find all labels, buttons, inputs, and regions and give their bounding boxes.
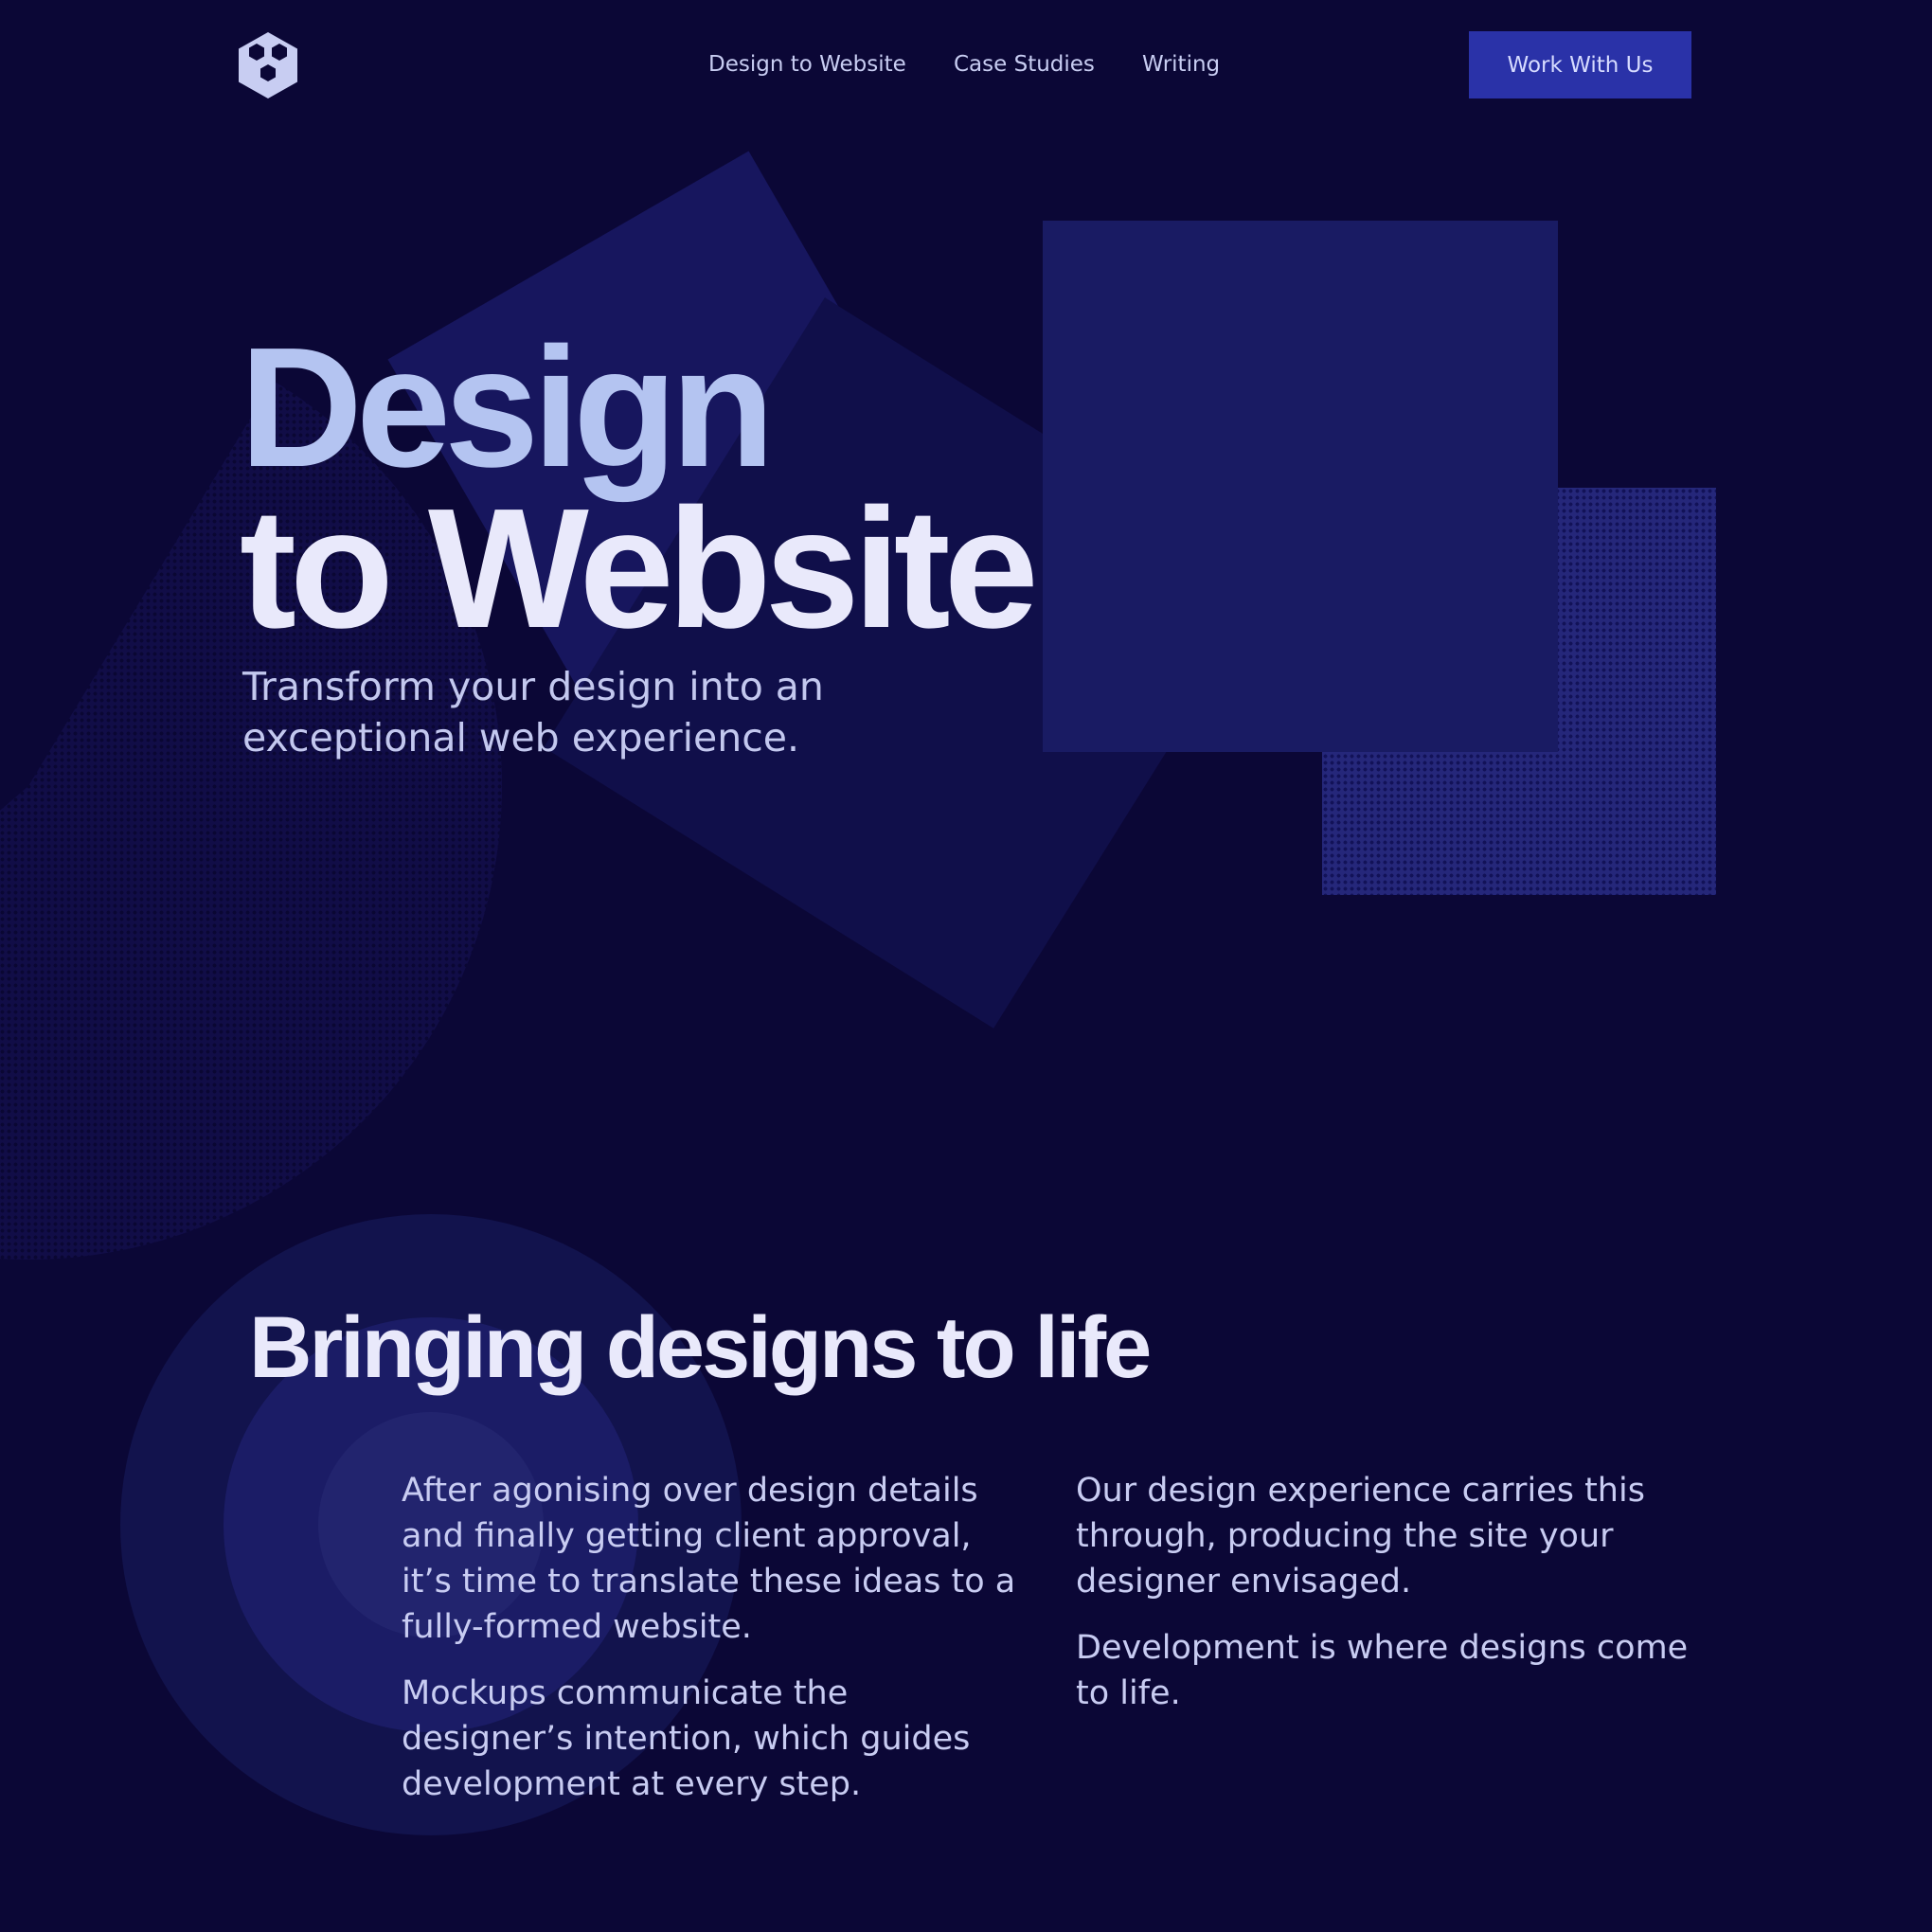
paragraph: Mockups communicate the designer’s inten… — [402, 1674, 971, 1803]
paragraph: After agonising over design details and … — [402, 1472, 1016, 1646]
text-column-left: After agonising over design details and … — [402, 1468, 1027, 1828]
hero-title: Design to Website — [240, 313, 1039, 664]
hero-title-line2: to Website — [240, 474, 1039, 664]
section-title: Bringing designs to life — [249, 1299, 1152, 1396]
hero-title-line1: Design — [240, 313, 775, 503]
solid-rectangle-shape — [1043, 221, 1558, 752]
paragraph: Our design experience carries this throu… — [1076, 1472, 1645, 1601]
text-column-right: Our design experience carries this throu… — [1076, 1468, 1691, 1737]
paragraph: Development is where designs come to lif… — [1076, 1629, 1689, 1712]
hero-subtitle: Transform your design into an exceptiona… — [242, 664, 824, 760]
nav-link-design-to-website[interactable]: Design to Website — [708, 47, 906, 81]
nav-link-writing[interactable]: Writing — [1142, 47, 1220, 81]
page: Design to Website Case Studies Writing W… — [0, 0, 1932, 1932]
nav-link-case-studies[interactable]: Case Studies — [954, 47, 1095, 81]
hexagon-cluster-icon[interactable] — [237, 30, 299, 100]
work-with-us-button[interactable]: Work With Us — [1469, 31, 1691, 98]
